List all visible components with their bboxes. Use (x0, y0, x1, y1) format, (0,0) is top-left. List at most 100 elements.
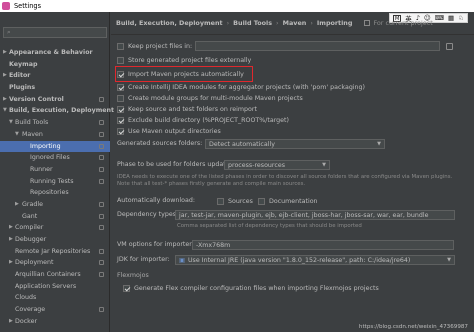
sidebar-item-running-tests[interactable]: Running Tests (0, 176, 110, 188)
sidebar-item-compiler[interactable]: ▶ Compiler (0, 222, 110, 234)
sidebar-item-deployment[interactable]: ▶ Deployment (0, 257, 110, 269)
chevron-right-icon[interactable]: ▶ (9, 257, 13, 269)
auto-download-label: Automatically download: (117, 197, 195, 204)
sidebar-item-repositories[interactable]: Repositories (0, 187, 110, 199)
jdk-importer-label: JDK for importer: (117, 256, 170, 263)
project-settings-icon (99, 225, 104, 231)
download-documentation-checkbox[interactable] (258, 197, 265, 205)
sidebar-item-gradle[interactable]: ▶ Gradle (0, 199, 110, 211)
import-automatically-option[interactable]: Import Maven projects automatically (117, 69, 244, 79)
import-automatically-checkbox[interactable] (117, 70, 124, 78)
chevron-down-icon[interactable]: ▼ (15, 129, 19, 141)
project-settings-icon (99, 213, 104, 219)
chevron-right-icon[interactable]: ▶ (3, 94, 7, 106)
chevron-down-icon: ▼ (377, 141, 381, 147)
project-settings-icon (99, 307, 104, 313)
keep-source-checkbox[interactable] (117, 105, 124, 113)
phase-select[interactable]: process-resources ▼ (224, 160, 330, 170)
sidebar-item-keymap[interactable]: Keymap (0, 59, 110, 71)
keep-project-files-checkbox[interactable] (117, 42, 124, 50)
project-settings-icon (99, 178, 104, 184)
app-icon (2, 2, 10, 10)
settings-search-input[interactable]: ⌕ (3, 27, 107, 38)
breadcrumb-item: Build Tools (233, 19, 273, 27)
sidebar-item-version-control[interactable]: ▶ Version Control (0, 94, 110, 106)
phase-hint-1: IDEA needs to execute one of the listed … (117, 174, 453, 180)
sidebar-item-plugins[interactable]: Plugins (0, 82, 110, 94)
chevron-right-icon[interactable]: ▶ (3, 47, 7, 59)
sidebar-item-importing[interactable]: Importing (0, 140, 110, 153)
vm-options-input[interactable]: -Xmx768m (192, 240, 454, 250)
create-modules-option[interactable]: Create IntelliJ IDEA modules for aggrega… (117, 82, 365, 92)
project-scope-label: For current project (373, 19, 433, 27)
folder-browse-icon[interactable] (446, 42, 453, 50)
dependency-types-input[interactable]: jar, test-jar, maven-plugin, ejb, ejb-cl… (175, 210, 455, 220)
project-settings-icon (99, 166, 104, 172)
jdk-importer-select[interactable]: ▣ Use Internal JRE (java version "1.8.0_… (175, 255, 455, 265)
sidebar-item-ignored-files[interactable]: Ignored Files (0, 152, 110, 164)
store-generated-option[interactable]: Store generated project files externally (117, 55, 251, 65)
window-title: Settings (14, 2, 42, 10)
sidebar-item-maven[interactable]: ▼ Maven (0, 129, 110, 141)
exclude-build-option[interactable]: Exclude build directory (%PROJECT_ROOT%/… (117, 115, 289, 125)
dependency-types-label: Dependency types: (117, 211, 179, 218)
settings-sidebar: ⌕ ▶ Appearance & Behavior Keymap ▶ Edito… (0, 12, 114, 332)
chevron-down-icon: ▼ (322, 162, 326, 168)
use-output-checkbox[interactable] (117, 127, 124, 135)
sidebar-item-gant[interactable]: Gant (0, 211, 110, 223)
use-output-option[interactable]: Use Maven output directories (117, 126, 221, 136)
chevron-down-icon: ▼ (447, 257, 451, 263)
create-modules-checkbox[interactable] (117, 83, 124, 91)
chevron-right-icon[interactable]: ▶ (9, 234, 13, 246)
sidebar-item-editor[interactable]: ▶ Editor (0, 70, 110, 82)
settings-tree: ▶ Appearance & Behavior Keymap ▶ Editor … (0, 47, 114, 328)
keep-project-files-input[interactable] (195, 41, 440, 51)
breadcrumb-item: Maven (282, 19, 307, 27)
chevron-right-icon[interactable]: ▶ (3, 70, 7, 82)
sidebar-item-runner[interactable]: Runner (0, 164, 110, 176)
generated-sources-select[interactable]: Detect automatically ▼ (205, 139, 385, 149)
sidebar-item-build-execution[interactable]: ▼ Build, Execution, Deployment (0, 105, 114, 117)
chevron-right-icon[interactable]: ▶ (15, 199, 19, 211)
project-settings-icon (99, 201, 104, 207)
sidebar-item-docker[interactable]: ▶ Docker (0, 316, 110, 328)
sidebar-item-appearance[interactable]: ▶ Appearance & Behavior (0, 47, 110, 59)
sidebar-item-application-servers[interactable]: Application Servers (0, 281, 110, 293)
project-settings-icon (99, 96, 104, 102)
chevron-down-icon[interactable]: ▼ (3, 105, 7, 117)
sidebar-item-remote-jar-repositories[interactable]: Remote Jar Repositories (0, 246, 110, 258)
breadcrumb-item: Build, Execution, Deployment (116, 19, 223, 27)
sidebar-item-debugger[interactable]: ▶ Debugger (0, 234, 110, 246)
generate-flex-option[interactable]: Generate Flex compiler configuration fil… (123, 283, 379, 293)
phase-label: Phase to be used for folders update: (117, 161, 232, 168)
download-sources-option[interactable]: Sources (217, 196, 253, 206)
generated-sources-label: Generated sources folders: (117, 140, 203, 147)
download-sources-checkbox[interactable] (217, 197, 224, 205)
project-settings-icon (99, 260, 104, 266)
sidebar-item-coverage[interactable]: Coverage (0, 304, 110, 316)
flexmojos-section-title: Flexmojos (117, 272, 149, 279)
chevron-right-icon[interactable]: ▶ (9, 316, 13, 328)
sidebar-item-build-tools[interactable]: ▼ Build Tools (0, 117, 110, 129)
keep-source-option[interactable]: Keep source and test folders on reimport (117, 104, 257, 114)
chevron-right-icon[interactable]: ▶ (9, 222, 13, 234)
generate-flex-checkbox[interactable] (123, 284, 130, 292)
jdk-folder-icon: ▣ (179, 256, 185, 264)
search-icon: ⌕ (7, 28, 11, 36)
project-settings-icon (99, 120, 104, 126)
project-settings-icon (99, 272, 104, 278)
exclude-build-checkbox[interactable] (117, 116, 124, 124)
watermark: https://blog.csdn.net/weixin_47369987 (358, 324, 468, 330)
create-groups-checkbox[interactable] (117, 94, 124, 102)
store-generated-checkbox[interactable] (117, 56, 124, 64)
project-scope-icon (364, 20, 371, 26)
sidebar-item-arquillian-containers[interactable]: Arquillian Containers (0, 269, 110, 281)
breadcrumb-item: Importing (316, 19, 353, 27)
keep-project-files-option[interactable]: Keep project files in: (117, 41, 192, 51)
download-documentation-option[interactable]: Documentation (258, 196, 318, 206)
window-titlebar: Settings (0, 0, 474, 12)
sidebar-item-clouds[interactable]: Clouds (0, 292, 110, 304)
chevron-down-icon[interactable]: ▼ (9, 117, 13, 129)
vm-options-label: VM options for importer: (117, 241, 194, 248)
create-groups-option[interactable]: Create module groups for multi-module Ma… (117, 93, 303, 103)
